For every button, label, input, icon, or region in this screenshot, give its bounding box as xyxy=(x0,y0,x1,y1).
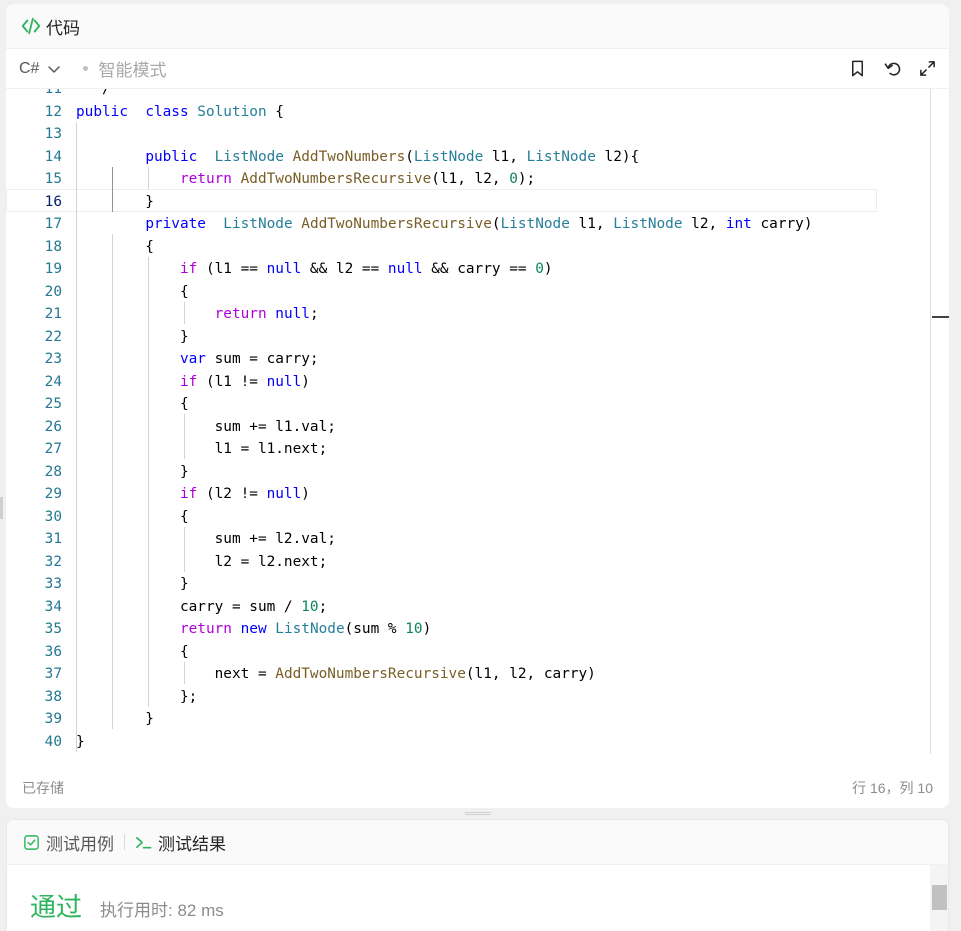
line-number: 33 xyxy=(44,576,62,592)
code-line: if (l2 != null) xyxy=(179,486,310,502)
code-line: public class Solution { xyxy=(76,103,284,120)
saved-status: 已存储 xyxy=(22,780,64,796)
code-line: return new ListNode(sum % 10) xyxy=(179,621,432,637)
code-line: } xyxy=(76,733,85,750)
line-number: 34 xyxy=(44,598,62,615)
line-number: 40 xyxy=(44,733,62,750)
mode-label: 智能模式 xyxy=(98,61,167,80)
code-line: carry = sum / 10; xyxy=(76,598,328,615)
result-status: 通过 xyxy=(30,892,83,922)
editor-toolbar: C# 智能模式 xyxy=(6,49,949,89)
terminal-icon xyxy=(136,836,152,848)
line-number: 39 xyxy=(44,711,62,727)
line-number: 30 xyxy=(44,508,62,525)
expand-icon[interactable] xyxy=(918,59,937,78)
line-number: 21 xyxy=(44,306,62,322)
code-line: { xyxy=(76,643,189,660)
mode-dot xyxy=(83,66,89,71)
code-line: }; xyxy=(76,688,198,705)
code-line: public ListNode AddTwoNumbers(ListNode l… xyxy=(145,148,640,165)
language-select[interactable]: C# xyxy=(19,60,61,78)
code-line: { xyxy=(76,238,154,255)
code-text-area[interactable]: */ public class Solution { public ListNo… xyxy=(76,89,931,754)
code-line: sum += l2.val; xyxy=(76,531,336,547)
chevron-down-icon xyxy=(48,65,61,73)
panel-title: 代码 xyxy=(46,18,80,38)
result-scrollbar-thumb[interactable] xyxy=(932,885,947,910)
undo-icon[interactable] xyxy=(883,59,902,78)
code-line: private ListNode AddTwoNumbersRecursive(… xyxy=(145,216,813,232)
code-panel: 代码 C# 智能模式 11 */ public class Solution {… xyxy=(6,4,949,808)
tab-testcase[interactable]: 测试用例 xyxy=(23,830,114,855)
line-number: 15 xyxy=(44,171,62,187)
line-number: 13 xyxy=(44,126,62,142)
line-number: 38 xyxy=(44,688,62,705)
code-panel-header: 代码 xyxy=(6,4,949,49)
checkbox-icon xyxy=(24,834,39,850)
line-number: 37 xyxy=(44,666,62,682)
code-line: { xyxy=(76,508,189,525)
line-number: 14 xyxy=(44,148,62,165)
line-number: 23 xyxy=(44,351,62,367)
code-line: { xyxy=(76,396,189,412)
tab-testcase-label: 测试用例 xyxy=(46,834,114,854)
code-icon xyxy=(21,17,41,35)
code-line: if (l1 == null && l2 == null && carry ==… xyxy=(179,261,553,277)
code-line: return null; xyxy=(214,306,319,322)
result-summary: 通过 执行用时: 82 ms xyxy=(7,865,948,924)
line-number: 31 xyxy=(44,531,62,547)
line-number: 16 xyxy=(44,193,62,210)
editor-scrollbar-cursor-marker xyxy=(932,316,949,318)
code-line: l1 = l1.next; xyxy=(76,441,328,457)
language-label: C# xyxy=(19,59,40,77)
code-line: */ xyxy=(76,89,111,97)
line-number: 22 xyxy=(44,328,62,345)
code-line: sum += l1.val; xyxy=(76,418,336,435)
status-bar: 已存储 行 16，列 10 xyxy=(6,768,949,808)
code-line: } xyxy=(76,193,154,210)
line-number: 19 xyxy=(44,261,62,277)
line-number: 24 xyxy=(44,373,62,390)
code-line: var sum = carry; xyxy=(179,351,319,367)
bookmark-icon[interactable] xyxy=(848,59,867,78)
test-panel: 测试用例 测试结果 通过 执行用时: 82 ms xyxy=(6,819,949,931)
editor-scrollbar-track[interactable] xyxy=(930,89,931,754)
line-number: 18 xyxy=(44,238,62,255)
smart-mode-toggle[interactable]: 智能模式 xyxy=(83,56,166,81)
code-line: } xyxy=(76,463,189,480)
tab-test-result[interactable]: 测试结果 xyxy=(135,830,226,855)
test-tabs: 测试用例 测试结果 xyxy=(7,820,948,865)
toolbar-icons xyxy=(848,59,937,78)
line-number: 25 xyxy=(44,396,62,412)
code-line: l2 = l2.next; xyxy=(76,553,328,570)
cursor-position: 行 16，列 10 xyxy=(852,780,933,796)
left-resize-handle[interactable] xyxy=(0,497,3,519)
execution-time: 执行用时: 82 ms xyxy=(100,901,224,920)
tab-separator xyxy=(124,834,125,850)
line-number: 35 xyxy=(44,621,62,637)
vertical-resize-handle[interactable] xyxy=(465,812,491,815)
code-editor[interactable]: 11 */ public class Solution { public Lis… xyxy=(6,89,949,754)
code-line: } xyxy=(76,328,189,345)
line-number: 29 xyxy=(44,486,62,502)
line-number: 26 xyxy=(44,418,62,435)
code-line: if (l1 != null) xyxy=(179,373,310,390)
code-line: { xyxy=(76,283,189,300)
line-number: 17 xyxy=(44,216,62,232)
code-line: } xyxy=(76,576,189,592)
line-number: 20 xyxy=(44,283,62,300)
code-line: } xyxy=(76,711,154,727)
code-line: return AddTwoNumbersRecursive(l1, l2, 0)… xyxy=(179,171,536,187)
line-number: 36 xyxy=(44,643,62,660)
tab-test-result-label: 测试结果 xyxy=(158,834,226,854)
line-number: 27 xyxy=(44,441,62,457)
line-number: 32 xyxy=(44,553,62,570)
code-line: next = AddTwoNumbersRecursive(l1, l2, ca… xyxy=(76,666,596,682)
line-number: 12 xyxy=(44,103,62,120)
line-number: 28 xyxy=(44,463,62,480)
